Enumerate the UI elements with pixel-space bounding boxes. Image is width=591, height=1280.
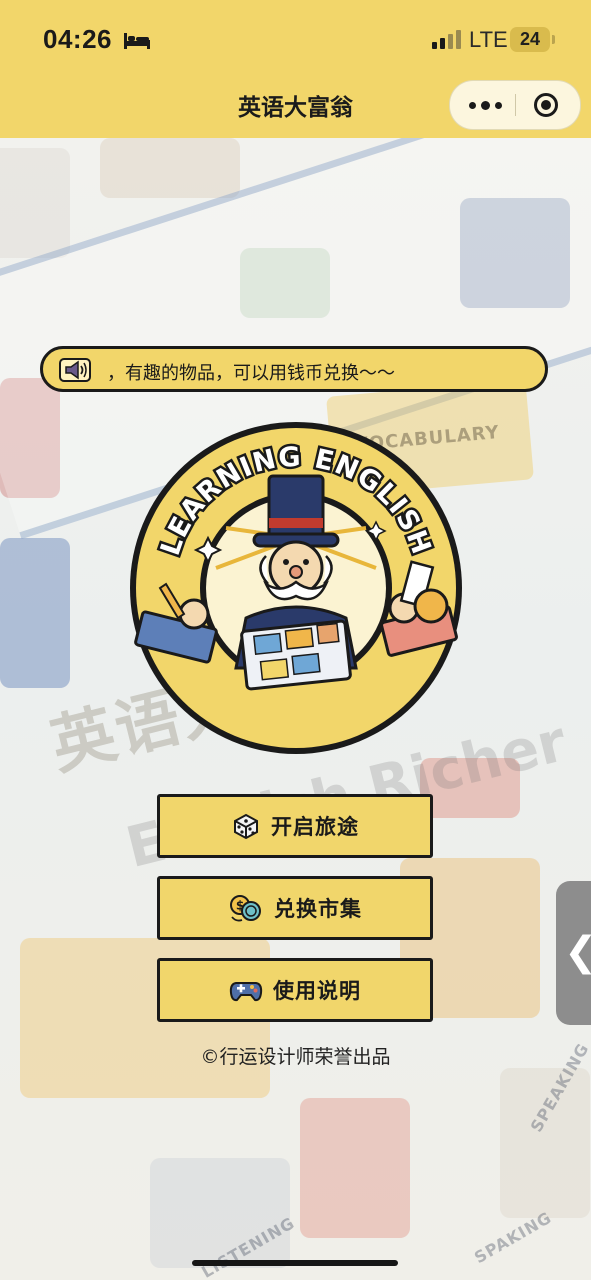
copyright-footer: ©行运设计师荣誉出品	[200, 1046, 391, 1068]
megaphone-icon	[59, 358, 91, 382]
dice-icon	[234, 813, 258, 840]
network-type: LTE	[469, 27, 508, 52]
home-indicator[interactable]	[192, 1260, 398, 1266]
mini-program-capsule	[449, 80, 581, 130]
announcement-text: ，有趣的物品，可以用钱币兑换～～	[107, 363, 395, 384]
exchange-market-button[interactable]: $ 兑换市集	[157, 876, 433, 940]
sleep-bed-icon	[124, 33, 150, 49]
more-dot-icon	[480, 100, 490, 110]
board-tile	[300, 1098, 410, 1238]
capsule-divider	[515, 94, 516, 116]
top-bar: 04:26 LTE 24 英语大富翁	[0, 0, 591, 138]
app-logo: LEARNING ENGLISH	[130, 422, 462, 754]
coins-icon: $	[230, 895, 261, 922]
status-time: 04:26	[43, 24, 112, 54]
chevron-left-icon: ❮	[564, 929, 591, 975]
side-drawer-handle[interactable]: ❮	[556, 881, 591, 1025]
board-tile	[0, 148, 70, 258]
board-tile	[500, 1068, 590, 1218]
announcement-bar: ，有趣的物品，可以用钱币兑换～～	[40, 346, 548, 392]
more-button[interactable]	[456, 81, 514, 129]
more-dot-icon	[468, 101, 476, 109]
start-journey-button[interactable]: 开启旅途	[157, 794, 433, 858]
board-tile	[100, 138, 240, 198]
board-tile	[0, 538, 70, 688]
battery-indicator: 24	[510, 27, 555, 52]
start-journey-label: 开启旅途	[271, 815, 359, 839]
instructions-button[interactable]: 使用说明	[157, 958, 433, 1022]
instructions-label: 使用说明	[273, 979, 361, 1003]
signal-icon	[432, 30, 461, 49]
more-dot-icon	[494, 101, 502, 109]
exchange-market-label: 兑换市集	[274, 897, 362, 921]
close-mini-program-icon[interactable]	[534, 93, 558, 117]
gamepad-icon	[229, 982, 263, 1002]
